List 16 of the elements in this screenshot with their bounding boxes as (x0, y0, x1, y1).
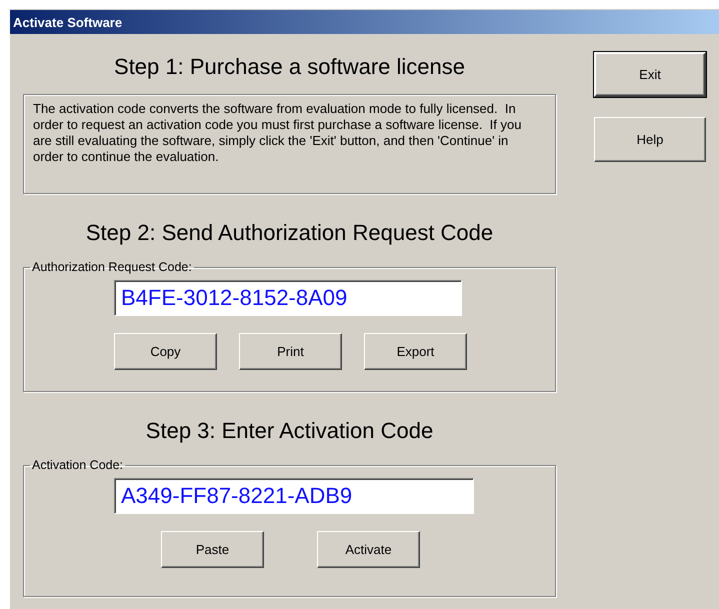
code-field[interactable]: A349-FF87-8221-ADB9 (114, 478, 474, 514)
code-field[interactable]: B4FE-3012-8152-8A09 (114, 280, 462, 316)
dialog-button[interactable]: Help (594, 117, 706, 162)
action-button[interactable]: Paste (161, 531, 264, 568)
step-heading: Step 1: Purchase a software license (114, 54, 465, 80)
window-title: Activate Software (12, 14, 122, 30)
action-button[interactable]: Print (239, 333, 342, 370)
action-button[interactable]: Copy (114, 333, 217, 370)
action-button[interactable]: Export (364, 333, 467, 370)
group-label: Activation Code: (31, 458, 124, 472)
step-heading: Step 2: Send Authorization Request Code (86, 220, 494, 246)
info-text: The activation code converts the software from evaluation mode to fully licensed. In order to request an activation code you must first purchase a software license. If you are still evaluating the software, simply click the 'Exit' button, and then 'Continue' in order to continue the evaluation. (23, 94, 556, 194)
dialog-button[interactable]: Exit (594, 52, 706, 97)
action-button[interactable]: Activate (317, 531, 420, 568)
step-heading: Step 3: Enter Activation Code (146, 418, 434, 444)
group-label: Authorization Request Code: (31, 260, 193, 274)
